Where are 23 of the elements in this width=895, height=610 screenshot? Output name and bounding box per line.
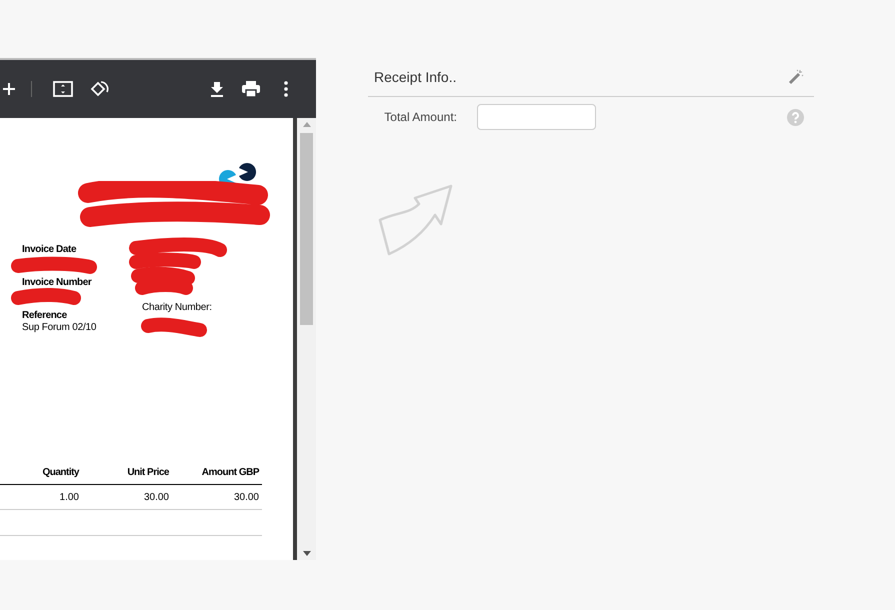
scroll-thumb[interactable] bbox=[300, 133, 313, 325]
column-header: Amount GBP bbox=[200, 466, 259, 478]
panel-title: Receipt Info.. bbox=[374, 69, 456, 85]
magic-wand-icon[interactable] bbox=[788, 69, 804, 85]
info-value: Sup Forum 02/10 bbox=[22, 322, 98, 334]
table-cell-text: 30.00 bbox=[232, 492, 259, 502]
column-header: Quantity bbox=[41, 466, 79, 478]
table-cell-text: 30.00 bbox=[142, 492, 169, 502]
input-field[interactable] bbox=[477, 104, 596, 130]
scroll-down-icon[interactable] bbox=[302, 551, 310, 556]
info-label: Invoice Number bbox=[22, 277, 93, 289]
more-options-icon[interactable] bbox=[284, 81, 288, 97]
info-label: Charity Number: bbox=[142, 302, 212, 314]
zoom-in-icon[interactable] bbox=[2, 82, 16, 96]
print-icon[interactable] bbox=[242, 81, 260, 97]
download-icon[interactable] bbox=[210, 81, 224, 97]
rotate-icon[interactable] bbox=[90, 80, 110, 98]
info-label: Reference bbox=[22, 310, 68, 322]
column-header: Unit Price bbox=[126, 466, 169, 478]
table-cell-text: 1.00 bbox=[58, 492, 79, 502]
fit-page-icon[interactable] bbox=[53, 81, 73, 97]
field-label: Total Amount: bbox=[383, 110, 457, 124]
info-label: Invoice Date bbox=[22, 244, 78, 256]
